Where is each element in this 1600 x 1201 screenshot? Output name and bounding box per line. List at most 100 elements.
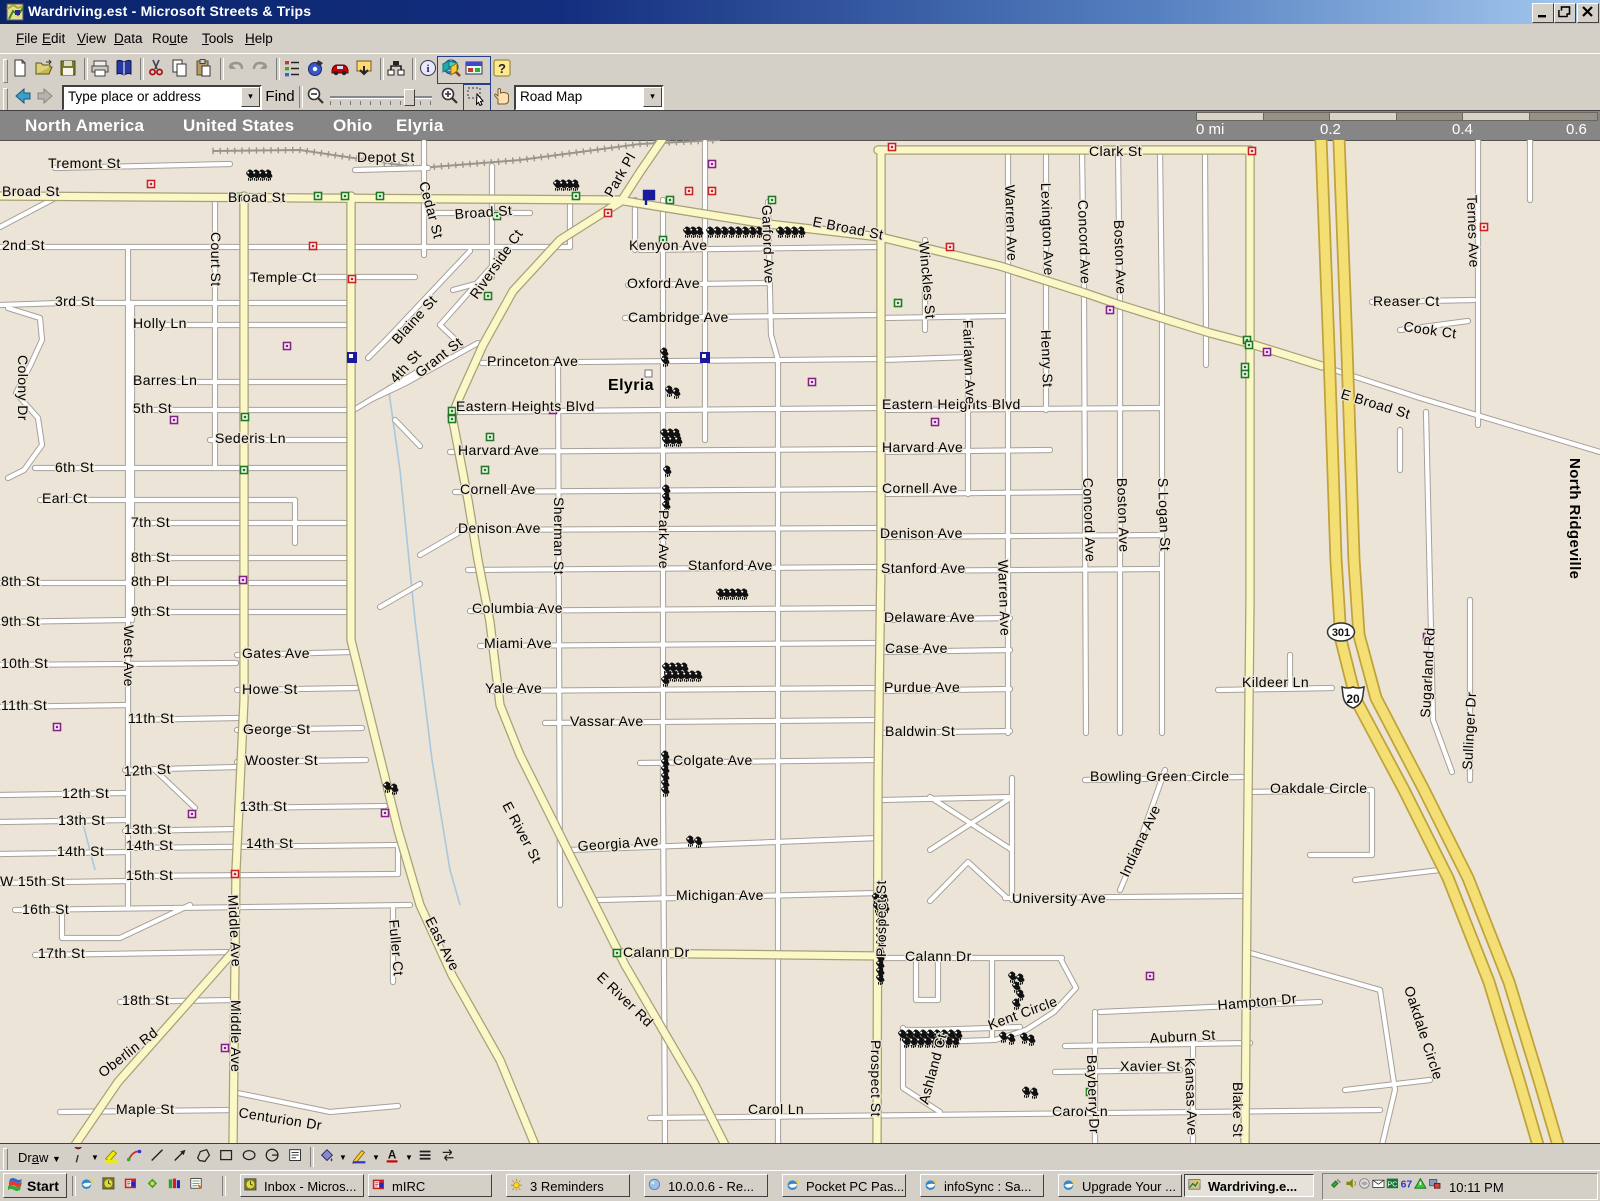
svg-text:Baldwin St: Baldwin St bbox=[885, 723, 955, 739]
svg-text:Bayberry Dr: Bayberry Dr bbox=[1084, 1055, 1103, 1135]
svg-text:Henry St: Henry St bbox=[1038, 330, 1056, 388]
svg-text:5th St: 5th St bbox=[133, 400, 172, 416]
svg-text:11th St: 11th St bbox=[128, 710, 174, 726]
svg-text:Xavier St: Xavier St bbox=[1120, 1058, 1180, 1074]
svg-text:Oakdale Circle: Oakdale Circle bbox=[1270, 780, 1367, 796]
svg-text:Gates Ave: Gates Ave bbox=[242, 645, 310, 661]
svg-text:Temple Ct: Temple Ct bbox=[250, 269, 317, 285]
svg-text:8th St: 8th St bbox=[1, 573, 40, 589]
svg-text:14th St: 14th St bbox=[126, 837, 173, 853]
svg-text:Cornell Ave: Cornell Ave bbox=[882, 480, 958, 496]
svg-text:North Ridgeville: North Ridgeville bbox=[1566, 458, 1583, 579]
svg-text:i: i bbox=[426, 63, 429, 75]
svg-text:Broad St: Broad St bbox=[2, 183, 60, 199]
svg-text:Harvard Ave: Harvard Ave bbox=[882, 439, 963, 455]
svg-text:Cambridge Ave: Cambridge Ave bbox=[628, 309, 729, 325]
svg-text:Clark St: Clark St bbox=[1089, 143, 1142, 159]
svg-text:Holly Ln: Holly Ln bbox=[133, 315, 187, 331]
svg-text:Denison Ave: Denison Ave bbox=[880, 525, 963, 541]
svg-text:14th St: 14th St bbox=[246, 835, 293, 851]
svg-text:Ternes Ave: Ternes Ave bbox=[1464, 195, 1483, 269]
svg-text:301: 301 bbox=[1332, 627, 1350, 639]
svg-text:Case Ave: Case Ave bbox=[885, 640, 948, 656]
svg-text:Calann Dr: Calann Dr bbox=[623, 944, 690, 960]
svg-text:Denison Ave: Denison Ave bbox=[458, 520, 541, 536]
svg-text:11th St: 11th St bbox=[1, 697, 47, 713]
svg-text:15th St: 15th St bbox=[126, 867, 173, 883]
svg-text:Howe St: Howe St bbox=[242, 681, 298, 697]
svg-text:Sherman St: Sherman St bbox=[551, 497, 567, 575]
svg-text:Columbia Ave: Columbia Ave bbox=[472, 600, 563, 616]
svg-text:Concord Ave: Concord Ave bbox=[1075, 200, 1094, 285]
svg-text:Warren Ave: Warren Ave bbox=[995, 560, 1014, 637]
svg-text:Colony Dr: Colony Dr bbox=[15, 355, 31, 421]
svg-text:16th St: 16th St bbox=[22, 901, 69, 917]
svg-text:?: ? bbox=[498, 61, 506, 76]
svg-text:Calann Dr: Calann Dr bbox=[905, 948, 972, 964]
svg-text:13th St: 13th St bbox=[240, 798, 287, 814]
svg-text:Kenyon Ave: Kenyon Ave bbox=[629, 237, 707, 253]
svg-text:George St: George St bbox=[243, 721, 310, 737]
svg-text:Stanford Ave: Stanford Ave bbox=[881, 560, 966, 576]
svg-text:13th St: 13th St bbox=[124, 821, 171, 837]
svg-text:Colgate Ave: Colgate Ave bbox=[673, 752, 753, 768]
svg-text:Bowling Green Circle: Bowling Green Circle bbox=[1090, 768, 1230, 784]
svg-text:Delaware Ave: Delaware Ave bbox=[884, 609, 975, 625]
svg-text:8th St: 8th St bbox=[131, 549, 170, 565]
svg-text:Barres Ln: Barres Ln bbox=[133, 372, 197, 388]
svg-text:Boston Ave: Boston Ave bbox=[1114, 478, 1133, 553]
svg-text:Kildeer Ln: Kildeer Ln bbox=[1242, 674, 1309, 690]
svg-text:Prospect St: Prospect St bbox=[873, 880, 889, 957]
svg-text:Concord Ave: Concord Ave bbox=[1080, 478, 1099, 563]
svg-text:Cornell Ave: Cornell Ave bbox=[460, 481, 536, 497]
svg-text:Maple St: Maple St bbox=[116, 1101, 174, 1117]
svg-text:Blake St: Blake St bbox=[1230, 1082, 1246, 1137]
svg-text:Eastern Heights Blvd: Eastern Heights Blvd bbox=[456, 398, 595, 414]
svg-text:Broad St: Broad St bbox=[228, 189, 286, 205]
svg-text:Michigan Ave: Michigan Ave bbox=[676, 887, 764, 903]
svg-text:Princeton Ave: Princeton Ave bbox=[487, 353, 578, 369]
svg-text:University Ave: University Ave bbox=[1012, 890, 1106, 906]
svg-text:Elyria: Elyria bbox=[608, 377, 654, 394]
svg-text:Vassar Ave: Vassar Ave bbox=[570, 713, 644, 729]
svg-text:Prospect St: Prospect St bbox=[868, 1040, 884, 1117]
svg-text:Purdue Ave: Purdue Ave bbox=[884, 679, 960, 695]
svg-text:Depot St: Depot St bbox=[357, 149, 415, 165]
svg-text:10th St: 10th St bbox=[1, 655, 48, 671]
svg-text:67: 67 bbox=[1401, 1179, 1413, 1190]
svg-text:Middle Ave: Middle Ave bbox=[228, 1000, 244, 1072]
svg-text:Tremont St: Tremont St bbox=[48, 155, 121, 171]
svg-text:14th St: 14th St bbox=[57, 843, 104, 859]
svg-text:8th Pl: 8th Pl bbox=[131, 573, 169, 589]
svg-text:Carol Ln: Carol Ln bbox=[748, 1101, 804, 1117]
svg-text:7th St: 7th St bbox=[131, 514, 170, 530]
svg-text:Stanford Ave: Stanford Ave bbox=[688, 557, 773, 573]
svg-text:Warren Ave: Warren Ave bbox=[1002, 185, 1021, 262]
svg-text:12th St: 12th St bbox=[62, 785, 109, 801]
svg-text:Fairlawn Ave: Fairlawn Ave bbox=[960, 320, 979, 405]
svg-text:West Ave: West Ave bbox=[121, 625, 137, 687]
svg-text:Oxford Ave: Oxford Ave bbox=[627, 275, 700, 291]
svg-text:6th St: 6th St bbox=[55, 459, 94, 475]
svg-text:Boston Ave: Boston Ave bbox=[1111, 220, 1130, 295]
svg-text:PC: PC bbox=[1387, 1180, 1397, 1189]
svg-text:A: A bbox=[388, 1149, 397, 1162]
svg-text:20: 20 bbox=[1346, 692, 1360, 706]
svg-text:S Logan St: S Logan St bbox=[1155, 478, 1174, 552]
svg-text:Lexington Ave: Lexington Ave bbox=[1038, 183, 1057, 276]
svg-text:Harvard Ave: Harvard Ave bbox=[458, 442, 539, 458]
svg-text:Yale Ave: Yale Ave bbox=[485, 680, 542, 696]
svg-text:Reaser Ct: Reaser Ct bbox=[1373, 293, 1440, 309]
svg-text:9th St: 9th St bbox=[131, 603, 170, 619]
svg-text:3rd St: 3rd St bbox=[55, 293, 95, 309]
svg-text:Garford Ave: Garford Ave bbox=[759, 205, 778, 284]
svg-text:Court St: Court St bbox=[208, 232, 224, 287]
svg-text:Eastern Heights Blvd: Eastern Heights Blvd bbox=[882, 396, 1021, 412]
svg-text:Sederis Ln: Sederis Ln bbox=[215, 430, 286, 446]
svg-text:2nd St: 2nd St bbox=[2, 237, 45, 253]
svg-text:12th St: 12th St bbox=[123, 761, 171, 779]
svg-text:13th St: 13th St bbox=[58, 812, 105, 828]
svg-text:17th St: 17th St bbox=[38, 945, 85, 961]
svg-text:9th St: 9th St bbox=[1, 613, 40, 629]
svg-text:W 15th St: W 15th St bbox=[0, 873, 65, 889]
